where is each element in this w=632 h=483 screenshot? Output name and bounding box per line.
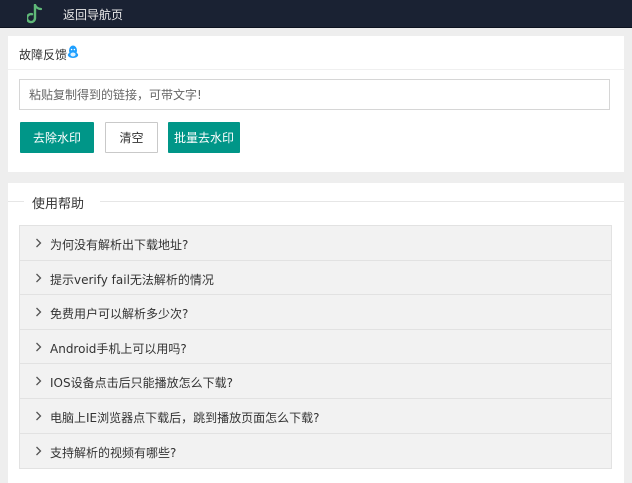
back-to-nav-link[interactable]: 返回导航页 xyxy=(63,6,123,23)
chevron-right-icon xyxy=(36,238,42,248)
batch-remove-watermark-button[interactable]: 批量去水印 xyxy=(168,122,240,153)
faq-question: 支持解析的视频有哪些? xyxy=(50,445,177,460)
panel-header: 故障反馈 xyxy=(8,36,624,70)
faq-item[interactable]: 支持解析的视频有哪些? xyxy=(20,434,611,469)
remove-watermark-button[interactable]: 去除水印 xyxy=(20,122,94,153)
chevron-right-icon xyxy=(36,307,42,317)
feedback-title: 故障反馈 xyxy=(19,48,68,62)
faq-item[interactable]: Android手机上可以用吗? xyxy=(20,330,611,365)
chevron-right-icon xyxy=(36,446,42,456)
faq-question: 为何没有解析出下载地址? xyxy=(50,238,189,252)
faq-question: Android手机上可以用吗? xyxy=(50,341,187,356)
music-note-logo-icon[interactable] xyxy=(27,4,45,24)
divider xyxy=(8,201,24,202)
top-navbar: 返回导航页 xyxy=(0,0,632,28)
faq-question: 免费用户可以解析多少次? xyxy=(50,307,189,322)
clear-button[interactable]: 清空 xyxy=(105,122,158,153)
chevron-right-icon xyxy=(36,411,42,421)
faq-question: 提示verify fail无法解析的情况 xyxy=(50,272,214,287)
link-input[interactable] xyxy=(19,79,610,110)
watermark-panel: 故障反馈 去除水印 清空 批量去水印 xyxy=(8,36,624,172)
divider xyxy=(100,201,624,202)
faq-item[interactable]: 电脑上IE浏览器点下载后，跳到播放页面怎么下载? xyxy=(20,399,611,434)
faq-question: 电脑上IE浏览器点下载后，跳到播放页面怎么下载? xyxy=(50,410,320,425)
faq-accordion: 为何没有解析出下载地址? 提示verify fail无法解析的情况 免费用户可以… xyxy=(19,225,612,470)
faq-item[interactable]: 提示verify fail无法解析的情况 xyxy=(20,261,611,296)
help-panel: 使用帮助 为何没有解析出下载地址? 提示verify fail无法解析的情况 免… xyxy=(8,183,624,483)
help-title: 使用帮助 xyxy=(32,197,85,212)
qq-penguin-icon[interactable] xyxy=(67,45,79,59)
chevron-right-icon xyxy=(36,342,42,352)
chevron-right-icon xyxy=(36,273,42,283)
faq-question: IOS设备点击后只能播放怎么下载? xyxy=(50,376,233,391)
faq-item[interactable]: 免费用户可以解析多少次? xyxy=(20,295,611,330)
faq-item[interactable]: 为何没有解析出下载地址? xyxy=(20,226,611,261)
chevron-right-icon xyxy=(36,376,42,386)
faq-item[interactable]: IOS设备点击后只能播放怎么下载? xyxy=(20,364,611,399)
